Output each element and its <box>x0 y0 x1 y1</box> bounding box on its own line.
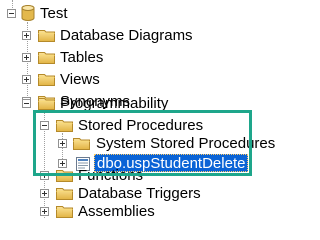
folder-icon <box>56 119 73 132</box>
tree-node-database-diagrams[interactable]: Database Diagrams <box>0 26 267 48</box>
expand-toggle[interactable] <box>22 31 31 40</box>
tree-node-label: Functions <box>78 167 144 184</box>
folder-icon <box>38 97 55 110</box>
tree-node-label: Stored Procedures <box>78 117 204 134</box>
folder-icon <box>56 187 73 200</box>
tree-node-label: Programmability <box>60 95 169 112</box>
folder-icon <box>38 73 55 86</box>
expand-toggle[interactable] <box>40 189 49 198</box>
collapse-toggle[interactable] <box>7 9 16 18</box>
folder-icon <box>56 169 73 182</box>
folder-icon <box>38 29 55 42</box>
expand-toggle[interactable] <box>22 75 31 84</box>
collapse-toggle[interactable] <box>40 121 49 130</box>
tree-node-system-stored-procedures[interactable]: System Stored Procedures <box>0 134 275 156</box>
tree-node-test[interactable]: Test <box>0 4 267 26</box>
folder-icon <box>38 51 55 64</box>
expand-toggle[interactable] <box>40 207 49 216</box>
collapse-toggle[interactable] <box>22 99 31 108</box>
tree-node-assemblies[interactable]: Assemblies <box>0 202 267 224</box>
folder-icon <box>56 205 73 218</box>
database-icon <box>21 5 35 21</box>
tree-node-label: Database Triggers <box>78 185 201 202</box>
tree-node-label: Test <box>40 5 68 22</box>
tree-node-programmability-actual[interactable]: Programmability <box>0 94 267 116</box>
expand-toggle[interactable] <box>40 171 49 180</box>
tree-node-views[interactable]: Views <box>0 70 267 92</box>
tree-node-label: System Stored Procedures <box>96 135 276 152</box>
tree-node-label: Views <box>60 71 100 88</box>
folder-icon <box>73 137 90 150</box>
tree-node-label: Tables <box>60 49 104 66</box>
tree-node-label: Assemblies <box>78 203 155 220</box>
tree-node-tables[interactable]: Tables <box>0 48 267 70</box>
expand-toggle[interactable] <box>58 139 67 148</box>
tree-node-label: Database Diagrams <box>60 27 193 44</box>
expand-toggle[interactable] <box>22 53 31 62</box>
